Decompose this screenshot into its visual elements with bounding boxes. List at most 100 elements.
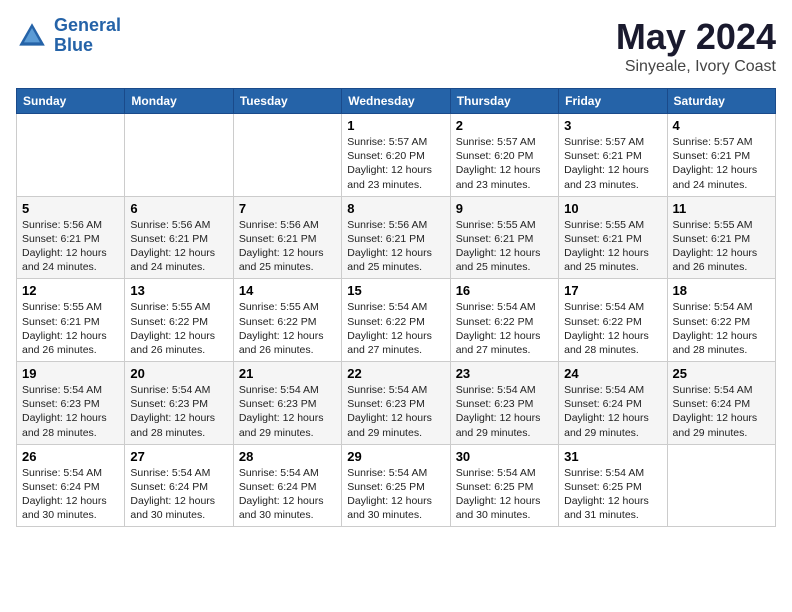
day-info: Sunrise: 5:55 AM Sunset: 6:22 PM Dayligh… — [130, 300, 227, 357]
day-info: Sunrise: 5:56 AM Sunset: 6:21 PM Dayligh… — [239, 218, 336, 275]
weekday-header: Tuesday — [233, 89, 341, 114]
calendar-cell: 21Sunrise: 5:54 AM Sunset: 6:23 PM Dayli… — [233, 362, 341, 445]
month-title: May 2024 — [616, 16, 776, 58]
calendar-cell: 13 Sunrise: 5:55 AM Sunset: 6:22 PM Dayli… — [125, 279, 233, 362]
day-number: 28 — [239, 449, 336, 464]
day-number: 4 — [673, 118, 770, 133]
day-number: 16 — [456, 283, 553, 298]
day-info: Sunrise: 5:54 AM Sunset: 6:25 PM Dayligh… — [347, 466, 444, 523]
day-info: Sunrise: 5:55 AM Sunset: 6:21 PM Dayligh… — [456, 218, 553, 275]
calendar-cell — [125, 114, 233, 197]
day-info: Sunrise: 5:56 AM Sunset: 6:21 PM Dayligh… — [130, 218, 227, 275]
day-info: Sunrise: 5:54 AM Sunset: 6:24 PM Dayligh… — [673, 383, 770, 440]
day-info: Sunrise: 5:54 AM Sunset: 6:22 PM Dayligh… — [673, 300, 770, 357]
calendar-cell: 9 Sunrise: 5:55 AM Sunset: 6:21 PM Daylig… — [450, 196, 558, 279]
calendar-cell: 23Sunrise: 5:54 AM Sunset: 6:23 PM Dayli… — [450, 362, 558, 445]
calendar-cell: 31 Sunrise: 5:54 AM Sunset: 6:25 PM Dayli… — [559, 444, 667, 527]
day-number: 8 — [347, 201, 444, 216]
day-info: Sunrise: 5:54 AM Sunset: 6:23 PM Dayligh… — [22, 383, 119, 440]
day-number: 12 — [22, 283, 119, 298]
day-info: Sunrise: 5:56 AM Sunset: 6:21 PM Dayligh… — [347, 218, 444, 275]
calendar-cell: 30 Sunrise: 5:54 AM Sunset: 6:25 PM Dayli… — [450, 444, 558, 527]
calendar-cell: 29 Sunrise: 5:54 AM Sunset: 6:25 PM Dayli… — [342, 444, 450, 527]
day-number: 5 — [22, 201, 119, 216]
logo-line2: Blue — [54, 35, 93, 55]
day-number: 10 — [564, 201, 661, 216]
calendar-cell: 2 Sunrise: 5:57 AM Sunset: 6:20 PM Daylig… — [450, 114, 558, 197]
day-info: Sunrise: 5:54 AM Sunset: 6:24 PM Dayligh… — [564, 383, 661, 440]
calendar-cell: 1 Sunrise: 5:57 AM Sunset: 6:20 PM Daylig… — [342, 114, 450, 197]
day-info: Sunrise: 5:55 AM Sunset: 6:21 PM Dayligh… — [673, 218, 770, 275]
page-header: General Blue May 2024 Sinyeale, Ivory Co… — [16, 16, 776, 76]
calendar-table: SundayMondayTuesdayWednesdayThursdayFrid… — [16, 88, 776, 527]
calendar-cell: 26 Sunrise: 5:54 AM Sunset: 6:24 PM Dayli… — [17, 444, 125, 527]
calendar-cell: 4 Sunrise: 5:57 AM Sunset: 6:21 PM Daylig… — [667, 114, 775, 197]
day-number: 15 — [347, 283, 444, 298]
day-info: Sunrise: 5:57 AM Sunset: 6:20 PM Dayligh… — [456, 135, 553, 192]
logo-text: General Blue — [54, 16, 121, 56]
logo-line1: General — [54, 15, 121, 35]
calendar-cell: 12 Sunrise: 5:55 AM Sunset: 6:21 PM Dayli… — [17, 279, 125, 362]
day-number: 24 — [564, 366, 661, 381]
calendar-cell: 22 Sunrise: 5:54 AM Sunset: 6:23 PM Dayli… — [342, 362, 450, 445]
day-info: Sunrise: 5:57 AM Sunset: 6:21 PM Dayligh… — [673, 135, 770, 192]
day-number: 6 — [130, 201, 227, 216]
calendar-cell: 5 Sunrise: 5:56 AM Sunset: 6:21 PM Daylig… — [17, 196, 125, 279]
title-block: May 2024 Sinyeale, Ivory Coast — [616, 16, 776, 76]
day-info: Sunrise: 5:54 AM Sunset: 6:23 PM Dayligh… — [239, 383, 336, 440]
weekday-header: Friday — [559, 89, 667, 114]
weekday-header: Monday — [125, 89, 233, 114]
calendar-cell: 6 Sunrise: 5:56 AM Sunset: 6:21 PM Daylig… — [125, 196, 233, 279]
calendar-cell — [233, 114, 341, 197]
day-number: 9 — [456, 201, 553, 216]
day-info: Sunrise: 5:54 AM Sunset: 6:24 PM Dayligh… — [130, 466, 227, 523]
calendar-cell: 8 Sunrise: 5:56 AM Sunset: 6:21 PM Daylig… — [342, 196, 450, 279]
calendar-cell: 18Sunrise: 5:54 AM Sunset: 6:22 PM Dayli… — [667, 279, 775, 362]
location-subtitle: Sinyeale, Ivory Coast — [616, 58, 776, 76]
weekday-header: Wednesday — [342, 89, 450, 114]
calendar-cell: 28Sunrise: 5:54 AM Sunset: 6:24 PM Dayli… — [233, 444, 341, 527]
day-number: 31 — [564, 449, 661, 464]
weekday-header: Sunday — [17, 89, 125, 114]
logo-icon — [16, 20, 48, 52]
calendar-cell: 14Sunrise: 5:55 AM Sunset: 6:22 PM Dayli… — [233, 279, 341, 362]
day-info: Sunrise: 5:57 AM Sunset: 6:20 PM Dayligh… — [347, 135, 444, 192]
day-info: Sunrise: 5:54 AM Sunset: 6:25 PM Dayligh… — [456, 466, 553, 523]
day-info: Sunrise: 5:54 AM Sunset: 6:25 PM Dayligh… — [564, 466, 661, 523]
day-info: Sunrise: 5:54 AM Sunset: 6:22 PM Dayligh… — [347, 300, 444, 357]
day-info: Sunrise: 5:55 AM Sunset: 6:21 PM Dayligh… — [22, 300, 119, 357]
day-info: Sunrise: 5:54 AM Sunset: 6:23 PM Dayligh… — [347, 383, 444, 440]
day-number: 30 — [456, 449, 553, 464]
day-info: Sunrise: 5:56 AM Sunset: 6:21 PM Dayligh… — [22, 218, 119, 275]
day-info: Sunrise: 5:55 AM Sunset: 6:21 PM Dayligh… — [564, 218, 661, 275]
weekday-header: Saturday — [667, 89, 775, 114]
calendar-cell — [667, 444, 775, 527]
calendar-cell: 7Sunrise: 5:56 AM Sunset: 6:21 PM Daylig… — [233, 196, 341, 279]
day-number: 2 — [456, 118, 553, 133]
calendar-cell: 11 Sunrise: 5:55 AM Sunset: 6:21 PM Dayli… — [667, 196, 775, 279]
day-number: 22 — [347, 366, 444, 381]
day-number: 3 — [564, 118, 661, 133]
day-number: 29 — [347, 449, 444, 464]
day-info: Sunrise: 5:54 AM Sunset: 6:22 PM Dayligh… — [456, 300, 553, 357]
calendar-cell: 17Sunrise: 5:54 AM Sunset: 6:22 PM Dayli… — [559, 279, 667, 362]
calendar-cell: 19Sunrise: 5:54 AM Sunset: 6:23 PM Dayli… — [17, 362, 125, 445]
logo: General Blue — [16, 16, 121, 56]
day-number: 13 — [130, 283, 227, 298]
calendar-cell: 24 Sunrise: 5:54 AM Sunset: 6:24 PM Dayli… — [559, 362, 667, 445]
calendar-cell: 25 Sunrise: 5:54 AM Sunset: 6:24 PM Dayli… — [667, 362, 775, 445]
day-number: 1 — [347, 118, 444, 133]
day-number: 14 — [239, 283, 336, 298]
day-number: 11 — [673, 201, 770, 216]
calendar-cell: 16 Sunrise: 5:54 AM Sunset: 6:22 PM Dayli… — [450, 279, 558, 362]
calendar-cell — [17, 114, 125, 197]
day-number: 26 — [22, 449, 119, 464]
calendar-cell: 20Sunrise: 5:54 AM Sunset: 6:23 PM Dayli… — [125, 362, 233, 445]
day-number: 25 — [673, 366, 770, 381]
calendar-cell: 15 Sunrise: 5:54 AM Sunset: 6:22 PM Dayli… — [342, 279, 450, 362]
day-number: 27 — [130, 449, 227, 464]
day-info: Sunrise: 5:54 AM Sunset: 6:22 PM Dayligh… — [564, 300, 661, 357]
calendar-cell: 10 Sunrise: 5:55 AM Sunset: 6:21 PM Dayli… — [559, 196, 667, 279]
day-info: Sunrise: 5:54 AM Sunset: 6:24 PM Dayligh… — [22, 466, 119, 523]
day-info: Sunrise: 5:54 AM Sunset: 6:23 PM Dayligh… — [456, 383, 553, 440]
